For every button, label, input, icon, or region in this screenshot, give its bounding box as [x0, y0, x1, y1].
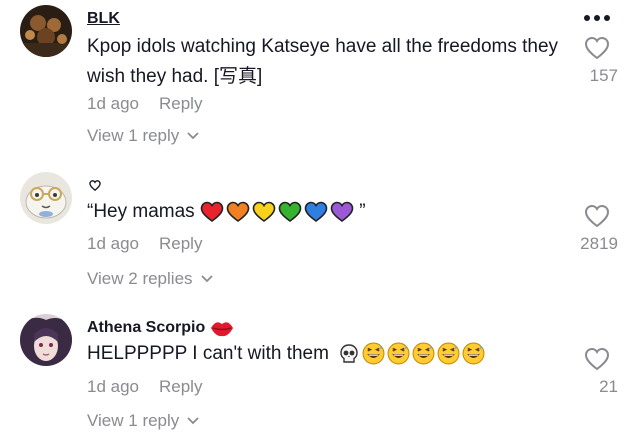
comment-username[interactable]: BLK — [87, 10, 120, 28]
like-count: 157 — [589, 66, 618, 85]
chevron-down-icon — [200, 275, 213, 283]
user-avatar[interactable] — [20, 5, 72, 57]
comment-time: 1d ago — [87, 94, 139, 113]
comment-text-start: “Hey mamas — [87, 201, 195, 222]
view-replies-button[interactable]: View 2 replies — [87, 269, 213, 289]
kiss-lips-emoji-icon — [211, 322, 234, 337]
comment-text: “Hey mamas ” — [87, 197, 582, 227]
small-heart-icon — [89, 180, 101, 191]
heart-emoji-icon — [330, 201, 354, 222]
heart-emoji-icon — [304, 201, 328, 222]
cartoon-face-avatar-icon — [20, 172, 72, 224]
laugh-emoji-row — [362, 342, 485, 365]
heart-emoji-icon — [226, 201, 250, 222]
view-replies-label: View 1 reply — [87, 411, 180, 430]
view-replies-button[interactable]: View 1 reply — [87, 126, 199, 146]
grinning-sweat-emoji-icon — [412, 343, 435, 365]
grinning-sweat-emoji-icon — [462, 343, 485, 365]
more-options-icon[interactable] — [583, 14, 611, 22]
like-count: 21 — [599, 377, 618, 396]
comment-meta: 1d ago Reply — [87, 234, 202, 254]
comment-text: HELPPPPP I can't with them — [87, 339, 582, 369]
grinning-sweat-emoji-icon — [437, 343, 460, 365]
user-avatar[interactable] — [20, 314, 72, 366]
view-replies-label: View 2 replies — [87, 269, 193, 288]
heart-emoji-icon — [278, 201, 302, 222]
view-replies-button[interactable]: View 1 reply — [87, 411, 199, 431]
comment-time: 1d ago — [87, 234, 139, 253]
chevron-down-icon — [187, 132, 199, 140]
like-count: 2819 — [580, 234, 618, 253]
comment-username-text: Athena Scorpio — [87, 319, 206, 336]
emoji-row — [338, 342, 485, 365]
reply-button[interactable]: Reply — [159, 377, 202, 396]
comment-meta: 1d ago Reply — [87, 94, 202, 114]
comment-time: 1d ago — [87, 377, 139, 396]
comment-text-body: HELPPPPP I can't with them — [87, 343, 329, 364]
grinning-sweat-emoji-icon — [362, 343, 385, 365]
reply-button[interactable]: Reply — [159, 94, 202, 113]
grinning-sweat-emoji-icon — [387, 343, 410, 365]
heart-emoji-row — [200, 201, 354, 223]
comment-text: Kpop idols watching Katseye have all the… — [87, 36, 559, 87]
user-avatar[interactable] — [20, 172, 72, 224]
comment-username[interactable]: Athena Scorpio — [87, 319, 234, 337]
heart-emoji-icon — [200, 201, 224, 222]
dark-photo-avatar-icon — [20, 5, 72, 57]
chevron-down-icon — [187, 417, 199, 425]
comment-text-end: ” — [359, 201, 366, 222]
reply-button[interactable]: Reply — [159, 234, 202, 253]
anime-character-avatar-icon — [20, 314, 72, 366]
like-heart-icon[interactable] — [584, 347, 610, 371]
like-heart-icon[interactable] — [584, 204, 610, 228]
like-heart-icon[interactable] — [584, 36, 610, 60]
view-replies-label: View 1 reply — [87, 126, 180, 145]
heart-emoji-icon — [252, 201, 276, 222]
skull-emoji-icon — [340, 344, 358, 363]
comment-meta: 1d ago Reply — [87, 377, 202, 397]
